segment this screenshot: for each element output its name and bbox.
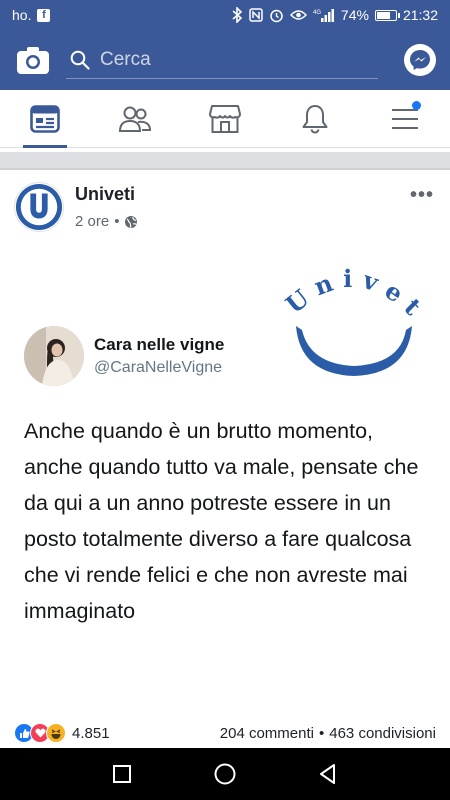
post-options-button[interactable]: ••• [410, 184, 434, 207]
camera-button[interactable] [14, 41, 52, 79]
screen: ho. f 4G 74% 21:32 Cerca Univeti 2 ore •… [0, 0, 450, 800]
square-recents-icon [112, 765, 131, 783]
feed-post: Univeti 2 ore • ••• Univeti [0, 170, 450, 748]
haha-reaction-icon [46, 723, 66, 743]
reaction-icons[interactable] [14, 723, 66, 743]
comments-count[interactable]: 204 commenti [220, 725, 314, 742]
battery-icon [374, 9, 400, 21]
engagement-counts: 204 commenti • 463 condivisioni [220, 725, 436, 742]
bell-icon [302, 104, 328, 134]
feed-separator [0, 148, 450, 168]
globe-icon [125, 215, 138, 228]
network-type-label: 4G [313, 10, 321, 16]
alarm-icon [269, 8, 284, 23]
search-bar[interactable] [66, 41, 378, 79]
page-name[interactable]: Univeti [75, 184, 138, 205]
eye-comfort-icon [289, 9, 307, 21]
tweet-text: Anche quando è un brutto momento, anche … [24, 419, 419, 623]
tab-marketplace[interactable] [195, 90, 255, 148]
search-input[interactable] [100, 48, 360, 71]
univeti-logo-text: Univeti [262, 256, 433, 327]
tab-news-feed[interactable] [15, 90, 75, 148]
triangle-back-icon [320, 764, 336, 784]
post-header: Univeti 2 ore • ••• [14, 182, 434, 236]
friends-icon [118, 106, 152, 132]
meta-separator: • [114, 213, 120, 230]
reaction-count[interactable]: 4.851 [72, 725, 110, 742]
recents-button[interactable] [102, 754, 142, 794]
counts-separator: • [318, 724, 325, 742]
back-button[interactable] [308, 754, 348, 794]
post-time[interactable]: 2 ore [75, 213, 109, 230]
nfc-icon [249, 8, 263, 22]
marketplace-icon [209, 104, 241, 133]
tweet-author-handle: @CaraNelleVigne [94, 359, 223, 376]
system-navigation-bar [0, 748, 450, 800]
clock: 21:32 [402, 7, 438, 23]
tweet-avatar [24, 326, 84, 386]
facebook-notification-icon: f [37, 8, 51, 22]
tab-menu[interactable] [375, 90, 435, 148]
reactions-row: 4.851 204 commenti • 463 condivisioni [0, 718, 450, 748]
status-left: ho. f [12, 7, 51, 23]
camera-icon [17, 47, 49, 74]
messenger-button[interactable] [404, 44, 436, 76]
shares-count[interactable]: 463 condivisioni [329, 725, 436, 742]
page-avatar[interactable] [14, 182, 64, 232]
univeti-avatar-logo [15, 183, 63, 231]
tweet-identity: Cara nelle vigne @CaraNelleVigne [94, 335, 224, 377]
tweet-card: Cara nelle vigne @CaraNelleVigne [24, 326, 224, 386]
carrier-label: ho. [12, 7, 32, 23]
post-image[interactable]: Univeti Cara nelle vigne @CaraNelleVigne… [0, 250, 450, 718]
menu-badge-dot [412, 100, 421, 110]
battery-level-fill [376, 11, 390, 19]
bluetooth-icon [231, 7, 243, 23]
status-right: 4G 74% 21:32 [231, 7, 438, 23]
tweet-author-name: Cara nelle vigne [94, 335, 225, 354]
top-bar [0, 30, 450, 90]
tab-notifications[interactable] [285, 90, 345, 148]
search-icon [70, 50, 90, 70]
messenger-icon [410, 50, 430, 70]
home-button[interactable] [205, 754, 245, 794]
circle-home-icon [214, 763, 236, 785]
tab-friends[interactable] [105, 90, 165, 148]
post-meta: Univeti 2 ore • [75, 184, 138, 230]
univeti-logo: Univeti [262, 256, 433, 376]
post-time-row: 2 ore • [75, 213, 138, 230]
status-bar: ho. f 4G 74% 21:32 [0, 0, 450, 30]
battery-percent: 74% [340, 7, 369, 23]
news-feed-icon [30, 104, 60, 133]
signal-icon: 4G [313, 8, 335, 22]
tab-bar [0, 90, 450, 148]
